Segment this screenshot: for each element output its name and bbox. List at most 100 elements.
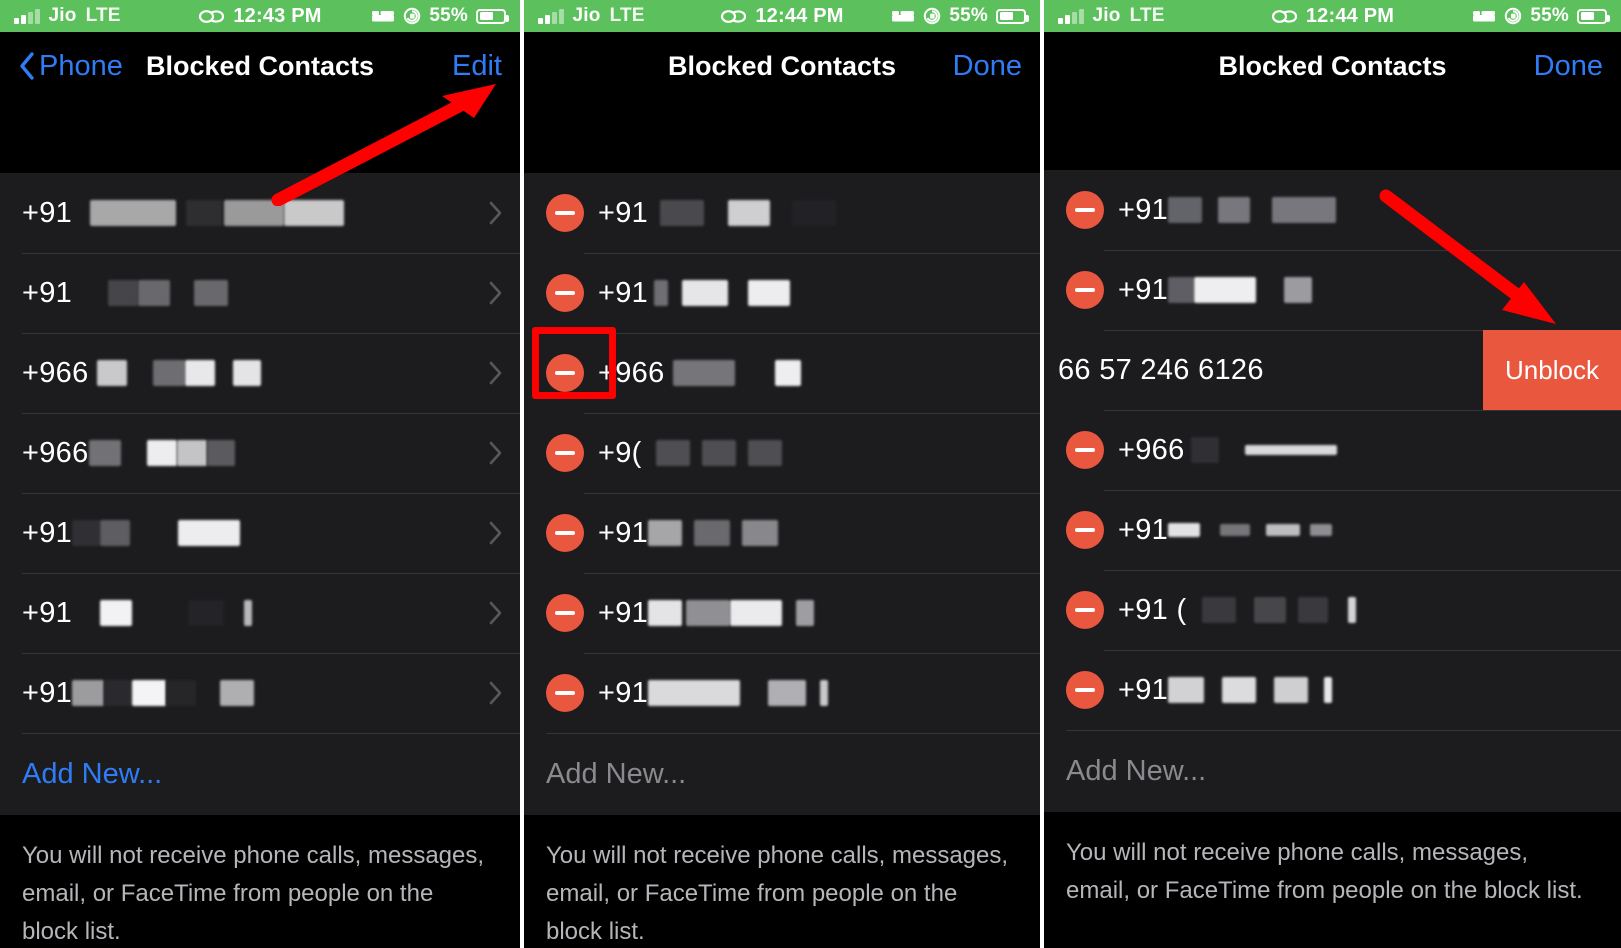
country-prefix: +91 [22,516,73,549]
minus-circle-icon[interactable] [546,434,584,472]
table-row[interactable]: +91 [0,573,520,653]
table-row[interactable]: +91 [0,653,520,733]
table-row[interactable]: +91 [524,653,1040,733]
table-row[interactable]: +966 [0,413,520,493]
table-row[interactable]: +91 [0,493,520,573]
country-prefix: +91 [598,516,649,549]
status-bar-clock: 12:44 PM [1305,4,1395,27]
blocked-number: +966 [22,357,261,390]
table-row[interactable]: +91 [1044,490,1621,570]
table-row[interactable]: +966 [524,333,1040,413]
minus-circle-icon[interactable] [546,354,584,392]
country-prefix: +91 [1118,193,1169,226]
minus-circle-icon[interactable] [546,594,584,632]
rotation-lock-icon [404,7,421,25]
redacted-number [1185,437,1337,463]
minus-circle-icon[interactable] [1066,671,1104,709]
redacted-number [1186,597,1357,623]
edit-button[interactable]: Edit [452,50,502,83]
country-prefix: +91 [598,196,649,229]
country-prefix: +91 [1118,673,1169,706]
chevron-right-icon [489,601,502,625]
table-row[interactable]: +91 [0,253,520,333]
minus-circle-icon[interactable] [1066,511,1104,549]
battery-percent-label: 55% [429,5,468,26]
country-prefix: +966 [1118,433,1185,466]
add-new-button[interactable]: Add New... [524,733,1040,815]
redacted-number [89,360,261,386]
table-row[interactable]: +91 ( [1044,570,1621,650]
redacted-number [72,520,241,546]
minus-circle-icon[interactable] [1066,431,1104,469]
rotation-lock-icon [1505,7,1522,25]
minus-circle-icon[interactable] [546,274,584,312]
country-prefix: +91 [22,276,73,309]
redacted-number [648,280,791,306]
minus-circle-icon[interactable] [1066,591,1104,629]
status-bar-clock: 12:43 PM [233,4,322,27]
blocked-number: +91 [22,196,345,230]
table-row[interactable]: +91 [1044,650,1621,730]
blocked-number: +91 [1118,673,1333,707]
blocked-number: +91 [1118,193,1337,227]
nav-spacer [524,100,1040,173]
blocked-contacts-list: +91 +91 +966 [0,173,520,815]
minus-circle-icon[interactable] [1066,191,1104,229]
add-new-button[interactable]: Add New... [0,733,520,815]
footer-note: You will not receive phone calls, messag… [0,815,520,948]
done-button[interactable]: Done [1534,50,1603,83]
table-row[interactable]: +91 [524,253,1040,333]
call-link-icon [199,9,225,23]
blocked-number: +91 [1118,274,1313,307]
done-button[interactable]: Done [953,50,1022,83]
status-bar-left: Jio LTE [14,5,121,27]
redacted-number [665,360,801,386]
table-row[interactable]: +91 [0,173,520,253]
table-row[interactable]: +91 [524,173,1040,253]
country-prefix: +91 [22,596,73,629]
chevron-right-icon [489,281,502,305]
nav-spacer [1044,100,1621,170]
table-row[interactable]: +966 [0,333,520,413]
battery-icon [996,8,1029,24]
navigation-bar: Phone Blocked Contacts Edit [0,32,520,100]
table-row[interactable]: +91 [1044,250,1621,330]
blocked-number: +91 [598,196,837,230]
blocked-number: +91 [1118,514,1333,547]
minus-circle-icon[interactable] [546,514,584,552]
table-row[interactable]: +966 [1044,410,1621,490]
battery-icon [476,8,509,24]
blocked-number: +966 [1118,434,1337,467]
table-row[interactable]: +91 [524,493,1040,573]
status-bar-right: 55% [1472,5,1610,27]
table-row[interactable]: +91 [524,573,1040,653]
minus-circle-icon[interactable] [546,194,584,232]
redacted-number [1168,677,1333,703]
minus-circle-icon[interactable] [546,674,584,712]
back-button[interactable]: Phone [18,50,123,83]
carrier-label: Jio [1092,5,1121,26]
status-bar: Jio LTE 12:43 PM 55% [0,0,520,32]
country-prefix: +966 [598,356,665,389]
signal-bars-icon [1058,8,1084,24]
blocked-number: +9( [598,437,782,470]
chevron-right-icon [489,201,502,225]
table-row[interactable]: +9( [524,413,1040,493]
redacted-number [72,680,255,706]
table-row[interactable]: +91 [1044,170,1621,250]
minus-circle-icon[interactable] [1066,271,1104,309]
bed-sleep-icon [1473,10,1496,21]
country-prefix: +91 [22,196,73,229]
chevron-left-icon [20,52,34,80]
navigation-bar: Blocked Contacts Done [524,32,1040,100]
back-button-label: Phone [39,49,123,82]
rotation-lock-icon [924,7,941,25]
three-panel-screenshot: Jio LTE 12:43 PM 55% Phone Blocked Conta… [0,0,1621,948]
chevron-right-icon [489,521,502,545]
table-row-swiped[interactable]: 66 57 246 6126 Unblock [1044,330,1621,410]
add-new-button[interactable]: Add New... [1044,730,1621,812]
status-bar-left: Jio LTE [1058,5,1165,27]
footer-note: You will not receive phone calls, messag… [524,815,1040,948]
unblock-button[interactable]: Unblock [1483,330,1621,410]
country-prefix: +91 ( [1118,593,1187,626]
